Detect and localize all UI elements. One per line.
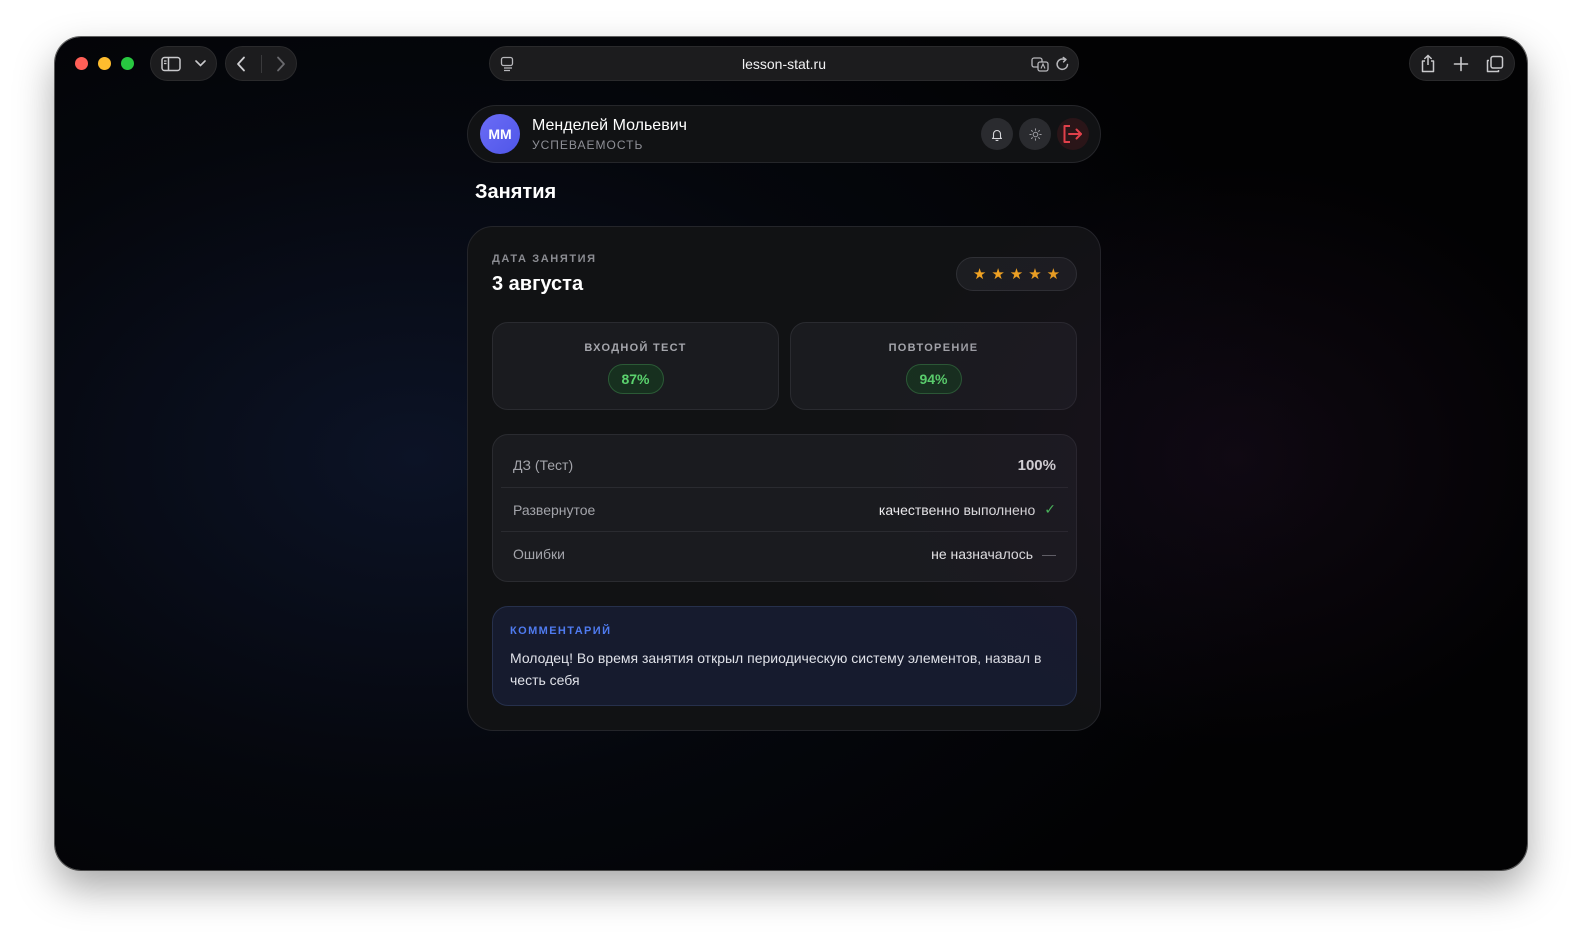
star-icon: ★ <box>1028 265 1042 283</box>
detail-row-extended: Развернутое качественно выполнено ✓ <box>501 487 1068 531</box>
browser-toolbar: lesson-stat.ru <box>55 37 1527 92</box>
reload-icon[interactable] <box>1055 56 1070 72</box>
reader-icon[interactable] <box>500 56 514 72</box>
detail-row-homework-test: ДЗ (Тест) 100% <box>501 443 1068 487</box>
star-icon: ★ <box>1046 265 1061 283</box>
detail-label: ДЗ (Тест) <box>513 457 574 473</box>
tabs-icon[interactable] <box>1486 55 1504 73</box>
translate-icon[interactable] <box>1031 56 1049 72</box>
homework-details: ДЗ (Тест) 100% Развернутое качественно в… <box>492 434 1077 582</box>
star-icon: ★ <box>1009 265 1024 283</box>
window-controls <box>75 57 134 70</box>
sidebar-icon <box>161 56 181 72</box>
metric-score-badge: 87% <box>607 364 664 394</box>
address-url[interactable]: lesson-stat.ru <box>742 56 826 72</box>
detail-label: Ошибки <box>513 545 565 562</box>
comment-text: Молодец! Во время занятия открыл периоди… <box>510 650 1042 688</box>
share-icon[interactable] <box>1420 54 1436 73</box>
detail-label: Развернутое <box>513 501 596 518</box>
avatar[interactable]: ММ <box>480 114 520 154</box>
detail-value: качественно выполнено <box>878 501 1036 518</box>
sun-icon <box>1028 127 1042 141</box>
address-bar[interactable]: lesson-stat.ru <box>489 46 1079 81</box>
nav-divider <box>260 54 262 73</box>
close-window-button[interactable] <box>75 57 88 70</box>
detail-value-group: качественно выполнено ✓ <box>879 501 1056 518</box>
lesson-date: 3 августа <box>492 273 584 295</box>
bell-icon <box>991 128 1003 141</box>
comment-box: КОММЕНТАРИЙ Молодец! Во время занятия от… <box>492 606 1077 706</box>
detail-value-group: не назначалось — <box>931 546 1056 562</box>
address-actions <box>1031 56 1070 72</box>
back-icon[interactable] <box>236 56 246 72</box>
lesson-card: ДАТА ЗАНЯТИЯ 3 августа ★ ★ ★ ★ ★ ВХОДНОЙ… <box>467 226 1101 731</box>
logout-icon <box>1062 124 1084 144</box>
star-icon: ★ <box>972 265 987 283</box>
lesson-date-label: ДАТА ЗАНЯТИЯ <box>492 253 597 265</box>
forward-icon[interactable] <box>276 56 286 72</box>
metric-score-badge: 94% <box>905 364 962 394</box>
detail-row-errors: Ошибки не назначалось — <box>501 531 1068 575</box>
notifications-button[interactable] <box>981 118 1013 150</box>
user-name: Менделей Мольевич <box>532 117 687 134</box>
star-icon: ★ <box>991 265 1005 283</box>
new-tab-icon[interactable] <box>1453 56 1469 72</box>
browser-window: lesson-stat.ru ММ Менделей Мольевич УСПЕ… <box>55 37 1527 870</box>
chevron-down-icon[interactable] <box>195 60 206 67</box>
minimize-window-button[interactable] <box>98 57 111 70</box>
comment-label: КОММЕНТАРИЙ <box>510 625 612 637</box>
metric-label: ВХОДНОЙ ТЕСТ <box>584 342 687 354</box>
check-icon: ✓ <box>1044 501 1056 517</box>
metric-label: ПОВТОРЕНИЕ <box>888 342 979 354</box>
dash-icon: — <box>1042 545 1056 562</box>
logout-button[interactable] <box>1057 118 1089 150</box>
sidebar-toggle-button[interactable] <box>150 46 217 81</box>
page-title: Занятия <box>475 181 557 203</box>
rating-stars: ★ ★ ★ ★ ★ <box>956 257 1077 291</box>
theme-toggle-button[interactable] <box>1019 118 1051 150</box>
detail-value: не назначалось <box>931 545 1033 562</box>
history-navigation <box>225 46 297 81</box>
detail-value: 100% <box>1017 456 1056 474</box>
metric-entry-test: ВХОДНОЙ ТЕСТ 87% <box>492 322 779 410</box>
profile-header: ММ Менделей Мольевич УСПЕВАЕМОСТЬ <box>467 105 1101 163</box>
browser-actions <box>1409 46 1515 81</box>
user-section-subtitle: УСПЕВАЕМОСТЬ <box>532 138 644 152</box>
metric-repetition: ПОВТОРЕНИЕ 94% <box>790 322 1077 410</box>
zoom-window-button[interactable] <box>121 57 134 70</box>
